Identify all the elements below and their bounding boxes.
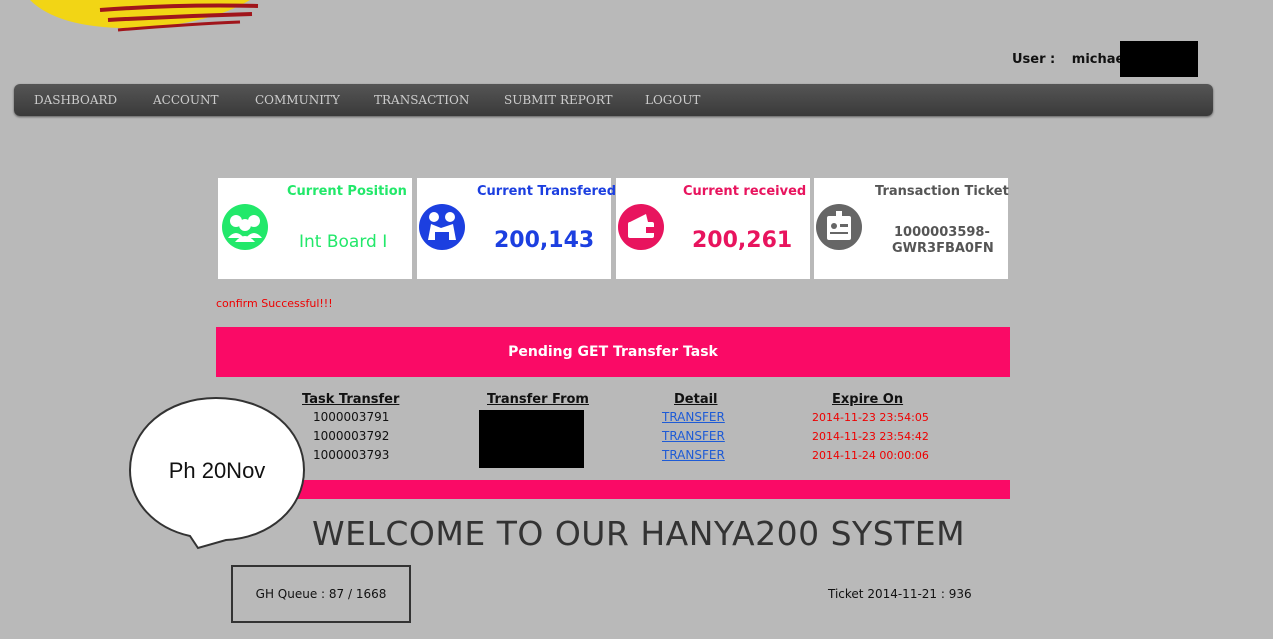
task-id: 1000003793	[313, 448, 390, 462]
user-label: User :	[1012, 52, 1056, 67]
card-value-line1: 1000003598-	[894, 225, 990, 240]
header-expire-on: Expire On	[832, 392, 904, 407]
nav-dashboard[interactable]: DASHBOARD	[34, 93, 117, 107]
card-current-transfered: Current Transfered 200,143	[417, 178, 616, 279]
card-title: Current Position	[287, 184, 407, 199]
header-detail: Detail	[674, 392, 718, 407]
speech-bubble: Ph 20Nov	[128, 396, 306, 550]
ticket-info: Ticket 2014-11-21 : 936	[828, 587, 972, 601]
nav-transaction[interactable]: TRANSACTION	[374, 93, 469, 107]
transfer-link[interactable]: TRANSFER	[662, 448, 725, 462]
confirm-message: confirm Successful!!!	[216, 297, 333, 310]
group-icon	[222, 204, 268, 250]
card-title: Current received	[683, 184, 807, 199]
task-id: 1000003792	[313, 429, 390, 443]
nav-submit-report[interactable]: SUBMIT REPORT	[504, 93, 613, 107]
pending-transfer-header: Pending GET Transfer Task	[216, 327, 1010, 377]
card-value: 200,261	[692, 228, 793, 253]
expire-time: 2014-11-24 00:00:06	[812, 449, 929, 462]
nav-account[interactable]: ACCOUNT	[153, 93, 218, 107]
card-value: Int Board I	[299, 232, 388, 252]
header-transfer-from: Transfer From	[487, 392, 589, 407]
gh-queue-box: GH Queue : 87 / 1668	[231, 565, 411, 623]
vip-card-icon	[816, 204, 862, 250]
site-logo	[30, 0, 259, 32]
table-footer-bar	[216, 480, 1010, 499]
wallet-icon	[618, 204, 664, 250]
card-value-line2: GWR3FBA0FN	[892, 241, 994, 256]
card-value: 200,143	[494, 228, 595, 253]
nav-community[interactable]: COMMUNITY	[255, 93, 340, 107]
transfer-link[interactable]: TRANSFER	[662, 429, 725, 443]
nav-logout[interactable]: LOGOUT	[645, 93, 700, 107]
redacted-username	[1120, 41, 1198, 77]
card-transaction-ticket: Transaction Ticket 1000003598- GWR3FBA0F…	[814, 178, 1009, 279]
expire-time: 2014-11-23 23:54:05	[812, 411, 929, 424]
card-current-received: Current received 200,261	[616, 178, 810, 279]
card-title: Current Transfered	[477, 184, 617, 199]
transfer-link[interactable]: TRANSFER	[662, 410, 725, 424]
main-navbar: DASHBOARD ACCOUNT COMMUNITY TRANSACTION …	[14, 84, 1213, 116]
bubble-text: Ph 20Nov	[169, 458, 266, 483]
card-current-position: Current Position Int Board I	[218, 178, 412, 279]
redacted-transfer-from	[479, 410, 584, 468]
header-task-transfer: Task Transfer	[302, 392, 400, 407]
task-id: 1000003791	[313, 410, 390, 424]
welcome-heading: WELCOME TO OUR HANYA200 SYSTEM	[312, 514, 966, 553]
expire-time: 2014-11-23 23:54:42	[812, 430, 929, 443]
card-title: Transaction Ticket	[875, 184, 1009, 199]
handshake-icon	[419, 204, 465, 250]
